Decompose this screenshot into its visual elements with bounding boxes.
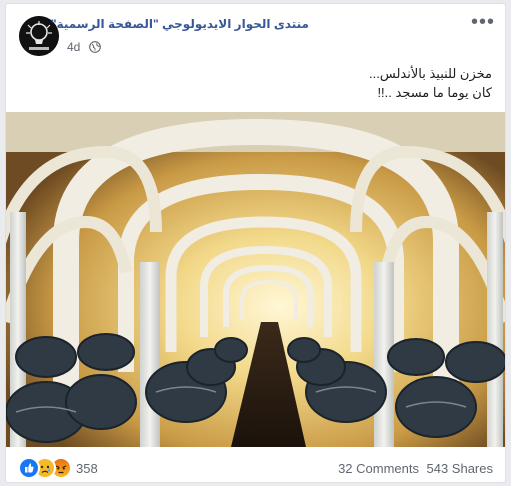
post-text-line2: كان يوما ما مسجد ..!!: [377, 85, 492, 100]
reaction-count: 358: [76, 461, 98, 476]
globe-icon: [88, 41, 101, 53]
page-name-link[interactable]: منتدى الحوار الايديولوجي "الصفحة الرسمية…: [51, 17, 309, 31]
shares-count-link[interactable]: 543 Shares: [427, 461, 494, 476]
comments-count-link[interactable]: 32 Comments: [338, 461, 419, 476]
post-text: مخزن للنبيذ بالأندلس... كان يوما ما مسجد…: [22, 64, 492, 102]
more-options-icon[interactable]: •••: [471, 12, 495, 32]
post-photo[interactable]: [6, 112, 505, 447]
post-timestamp[interactable]: 4d: [67, 40, 80, 54]
post-meta: 4d: [67, 40, 101, 54]
like-icon: [18, 457, 40, 479]
post-text-line1: مخزن للنبيذ بالأندلس...: [369, 66, 492, 81]
post-card: منتدى الحوار الايديولوجي "الصفحة الرسمية…: [5, 3, 506, 483]
wine-cellar-photo: [6, 112, 505, 447]
post-footer: 358 32 Comments 543 Shares: [6, 452, 505, 480]
